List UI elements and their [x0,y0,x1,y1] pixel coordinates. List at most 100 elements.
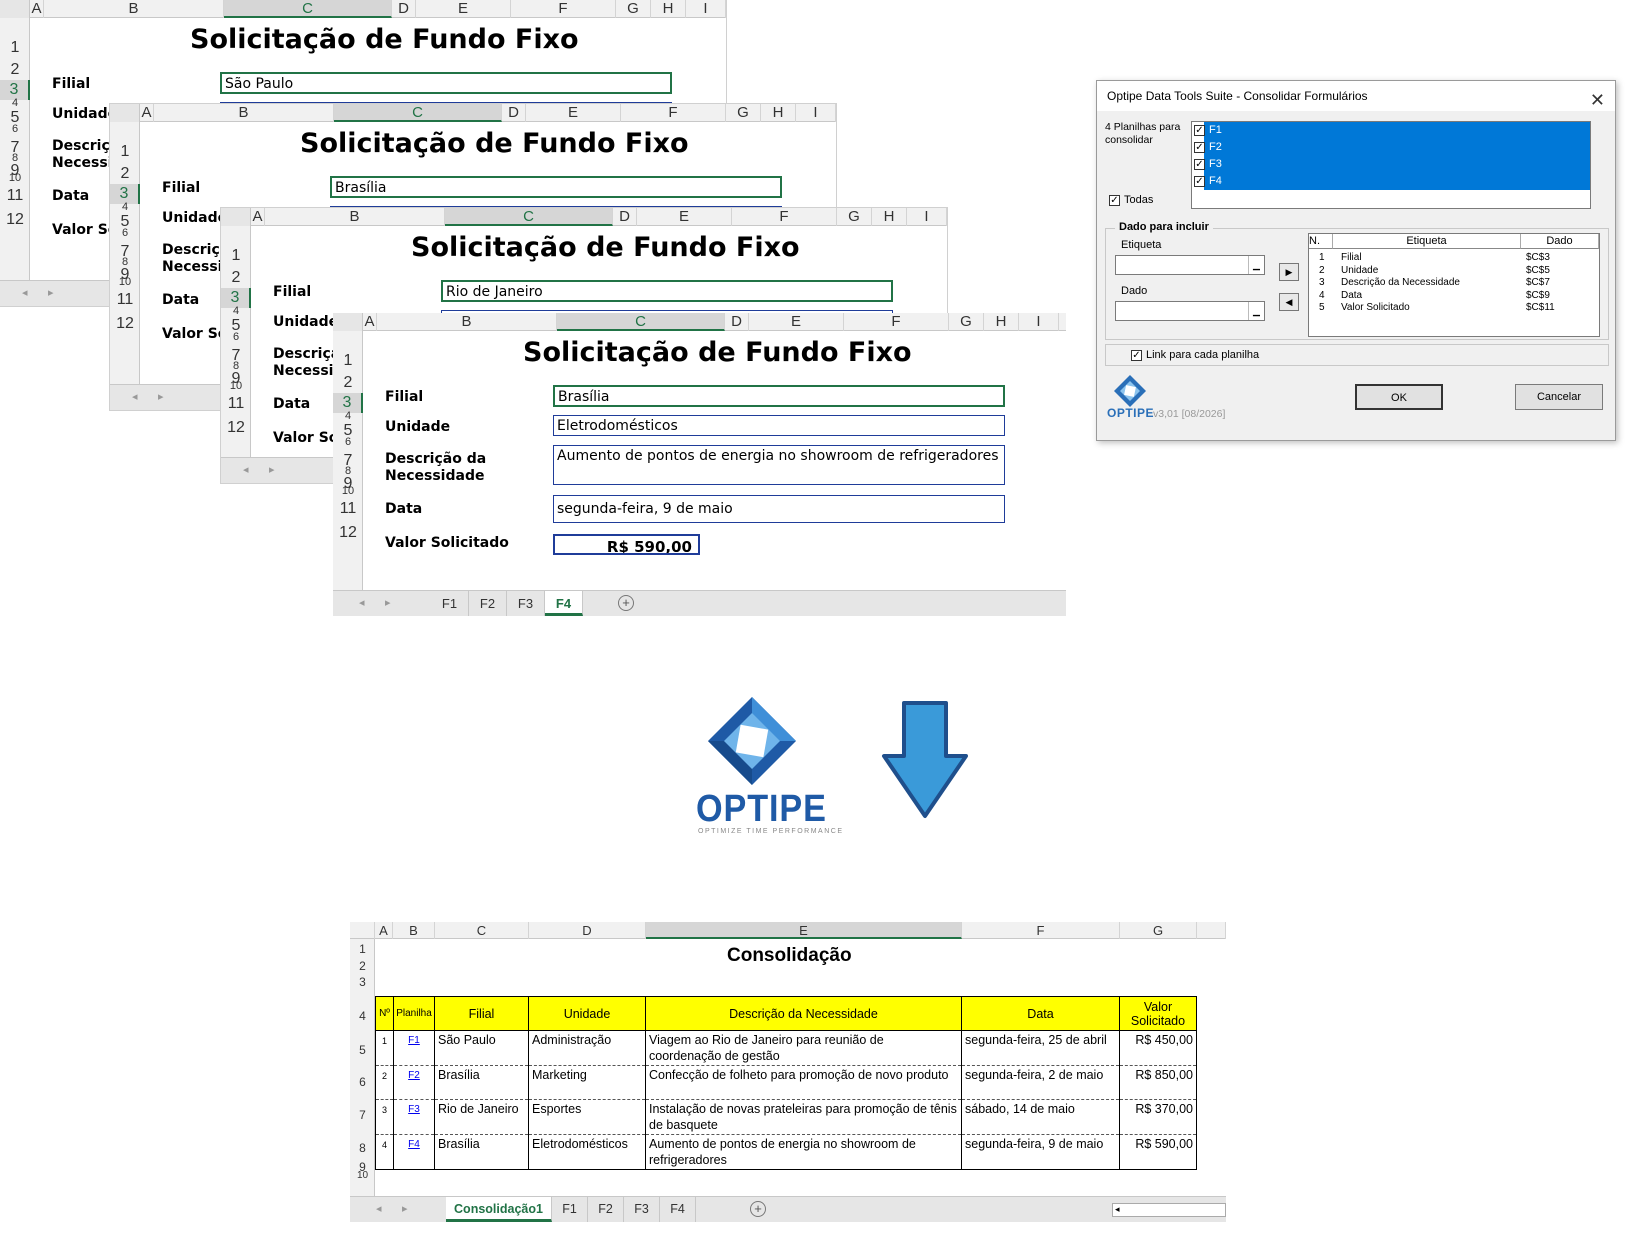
dado-combobox[interactable]: ▁ [1115,301,1265,321]
add-sheet-icon[interactable]: + [750,1201,766,1217]
column-header-C[interactable]: C [445,208,613,226]
select-all-corner[interactable] [110,104,140,122]
column-header-C[interactable]: C [334,104,502,122]
row-header-4[interactable]: 4 [0,98,30,109]
row-header-1[interactable]: 1 [350,942,375,956]
unidade-field[interactable]: Eletrodomésticos [553,415,1005,436]
column-header-F[interactable]: F [511,0,616,18]
horizontal-scrollbar[interactable]: ◂ [1112,1203,1226,1217]
select-all-corner[interactable] [333,313,363,331]
row-header-10[interactable]: 10 [0,173,30,184]
row-header-2[interactable]: 2 [110,164,140,184]
column-header-I[interactable]: I [686,0,726,18]
sheet-link[interactable]: F3 [393,1099,435,1135]
checkbox-checked-icon[interactable]: ✓ [1194,158,1205,170]
column-header-D[interactable]: D [725,313,749,331]
row-header-11[interactable]: 11 [0,186,30,206]
row-header-12[interactable]: 12 [0,210,30,230]
column-header-E[interactable]: E [749,313,844,331]
row-header-10[interactable]: 10 [110,277,140,288]
tab-nav-right-icon[interactable]: ▸ [269,463,275,476]
tab-f4[interactable]: F4 [545,591,583,616]
scroll-left-icon[interactable]: ◂ [1115,1204,1120,1215]
row-header-6[interactable]: 6 [0,124,30,135]
table-header-2[interactable]: Dado [1521,234,1599,249]
data-field[interactable]: segunda-feira, 9 de maio [553,495,1005,523]
sheet-list-item-f2[interactable]: ✓ F2 [1194,139,1590,156]
table-row[interactable]: 5 Valor Solicitado $C$11 [1309,302,1599,314]
row-header-11[interactable]: 11 [110,290,140,310]
row-header-12[interactable]: 12 [333,523,363,543]
column-header-F[interactable]: F [732,208,837,226]
column-header-B[interactable]: B [377,313,557,331]
column-header-G[interactable]: G [616,0,651,18]
checkbox-checked-icon[interactable]: ✓ [1194,175,1205,187]
column-header-H[interactable]: H [761,104,796,122]
column-header-D[interactable]: D [529,922,646,939]
row-header-10[interactable]: 10 [350,1170,375,1181]
sheet-link[interactable]: F1 [393,1030,435,1066]
row-header-12[interactable]: 12 [221,418,251,438]
row-header-10[interactable]: 10 [221,381,251,392]
column-header-C[interactable]: C [435,922,529,939]
tab-nav-right-icon[interactable]: ▸ [158,390,164,403]
tab-f1[interactable]: F1 [431,591,469,616]
sheet-list-item-f1[interactable]: ✓ F1 [1194,122,1590,139]
add-row-button[interactable]: ▶ [1279,263,1299,281]
column-header-B[interactable]: B [265,208,445,226]
column-header-G[interactable]: G [1120,922,1197,939]
table-row[interactable]: 4 Data $C$9 [1309,290,1599,302]
valor-field[interactable]: R$ 590,00 [553,534,700,555]
column-header-E[interactable]: E [526,104,621,122]
tab-nav-left-icon[interactable]: ◂ [359,596,365,609]
row-header-4[interactable]: 4 [333,411,363,422]
checkbox-checked-icon[interactable]: ✓ [1194,141,1205,153]
link-checkbox[interactable]: ✓ Link para cada planilha [1131,349,1259,361]
chevron-down-icon[interactable]: ▁ [1248,256,1264,274]
tab-f4[interactable]: F4 [660,1197,696,1222]
descricao-field[interactable]: Aumento de pontos de energia no showroom… [553,445,1005,485]
row-header-7[interactable]: 7 [350,1108,375,1122]
column-header-G[interactable]: G [949,313,984,331]
row-header-8[interactable]: 8 [350,1141,375,1155]
table-header-0[interactable]: N. [1309,234,1333,249]
column-header-A[interactable]: A [251,208,265,226]
close-icon[interactable]: ✕ [1590,85,1605,115]
row-header-6[interactable]: 6 [110,228,140,239]
column-header-E[interactable]: E [646,922,962,939]
etiqueta-combobox[interactable]: ▁ [1115,255,1265,275]
row-header-3[interactable]: 3 [350,975,375,989]
column-header-B[interactable]: B [393,922,435,939]
column-header-D[interactable]: D [502,104,526,122]
column-header-A[interactable]: A [30,0,44,18]
sheet-listbox[interactable]: ✓ F1 ✓ F2 ✓ F3 ✓ F4 [1191,121,1591,209]
row-header-6[interactable]: 6 [350,1075,375,1089]
row-header-5[interactable]: 5 [350,1043,375,1057]
column-header-B[interactable]: B [44,0,224,18]
column-header-G[interactable]: G [726,104,761,122]
column-header-A[interactable]: A [140,104,154,122]
column-header-E[interactable]: E [637,208,732,226]
column-header-E[interactable]: E [416,0,511,18]
row-header-1[interactable]: 1 [0,38,30,58]
cancel-button[interactable]: Cancelar [1515,384,1603,410]
ok-button[interactable]: OK [1355,384,1443,410]
row-header-12[interactable]: 12 [110,314,140,334]
sheet-list-item-f4[interactable]: ✓ F4 [1194,173,1590,190]
row-header-4[interactable]: 4 [110,202,140,213]
column-header-B[interactable]: B [154,104,334,122]
tab-consolidação1[interactable]: Consolidação1 [446,1197,552,1222]
table-header-1[interactable]: Etiqueta [1333,234,1521,249]
chevron-down-icon[interactable]: ▁ [1248,302,1264,320]
column-header-A[interactable]: A [375,922,393,939]
column-header-D[interactable]: D [613,208,637,226]
column-header-C[interactable]: C [224,0,392,18]
table-row[interactable]: 3 Descrição da Necessidade $C$7 [1309,277,1599,289]
sheet-link[interactable]: F4 [393,1134,435,1170]
column-header-A[interactable]: A [363,313,377,331]
tab-f2[interactable]: F2 [588,1197,624,1222]
tab-nav-right-icon[interactable]: ▸ [48,286,54,299]
column-header-F[interactable]: F [844,313,949,331]
filial-field[interactable]: São Paulo [220,72,672,94]
tab-f3[interactable]: F3 [507,591,545,616]
